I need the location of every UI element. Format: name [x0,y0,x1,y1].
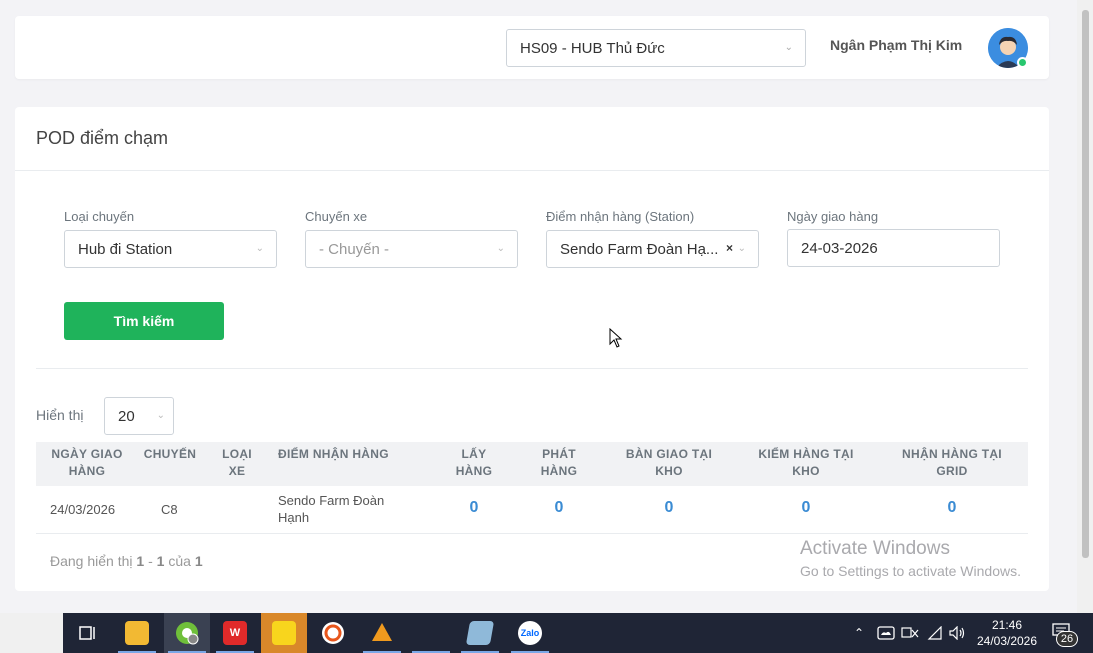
col-header-trip[interactable]: CHUYẾN [138,446,202,463]
page-scrollbar[interactable] [1077,0,1093,613]
col-header-deliver[interactable]: PHÁT HÀNG [529,446,589,480]
station-select[interactable]: Sendo Farm Đoàn Hạ... × ⌄ [546,230,759,268]
station-label: Điểm nhận hàng (Station) [546,209,695,224]
table-header: NGÀY GIAO HÀNG CHUYẾN LOẠI XE ĐIỂM NHẬN … [36,442,1028,486]
cell-check-count[interactable]: 0 [786,499,826,517]
hub-select-value: HS09 - HUB Thủ Đức [520,40,665,57]
card-divider [15,170,1049,171]
notepad-icon [465,621,495,645]
taskbar-sticky-notes[interactable] [261,613,307,653]
user-name[interactable]: Ngân Phạm Thị Kim [830,37,962,53]
chrome-profile-icon [176,622,199,645]
taskbar-wps[interactable]: W [212,613,258,653]
search-button[interactable]: Tìm kiếm [64,302,224,340]
chevron-down-icon: ⌄ [737,243,746,254]
cell-handover-count[interactable]: 0 [649,499,689,517]
scrollbar-thumb[interactable] [1082,10,1089,558]
notification-count-badge: 26 [1056,631,1078,647]
mouse-cursor-icon [609,328,623,348]
chevron-down-icon: ⌄ [784,42,793,53]
table-row: 24/03/2026 C8 Sendo Farm Đoàn Hạnh 0 0 0… [36,486,1028,534]
col-header-date[interactable]: NGÀY GIAO HÀNG [44,446,130,480]
pagination-info: Đang hiển thị 1 - 1 của 1 [50,553,203,569]
trip-type-label: Loại chuyến [64,209,135,224]
volume-icon[interactable] [949,613,967,653]
cell-pickup-count[interactable]: 0 [454,499,494,517]
col-header-point[interactable]: ĐIỂM NHẬN HÀNG [278,446,408,463]
trip-type-select[interactable]: Hub đi Station ⌄ [64,230,277,268]
taskbar-app-blank[interactable] [408,613,454,653]
taskbar-notepad[interactable] [457,613,503,653]
taskbar-file-explorer[interactable] [114,613,160,653]
tray-chevron-up-icon[interactable]: ⌃ [854,613,864,653]
station-value: Sendo Farm Đoàn Hạ... [560,241,719,258]
wifi-icon[interactable] [927,613,943,653]
cell-deliver-count[interactable]: 0 [539,499,579,517]
task-view-icon [79,626,95,640]
page-size-label: Hiển thị [36,407,84,423]
col-header-handover[interactable]: BÀN GIAO TẠI KHO [614,446,724,480]
taskbar-chrome[interactable] [164,613,210,653]
wps-icon: W [223,621,247,645]
zalo-icon: Zalo [518,621,542,645]
onedrive-icon[interactable] [877,613,895,653]
chevron-down-icon: ⌄ [156,410,165,421]
taskbar-search[interactable] [0,613,63,653]
date-label: Ngày giao hàng [787,209,879,224]
date-value: 24-03-2026 [801,240,878,257]
cell-date: 24/03/2026 [50,502,116,517]
online-status-dot [1017,57,1028,68]
clear-icon[interactable]: × [726,241,733,255]
task-view-button[interactable] [64,613,110,653]
app-o-icon [322,622,344,644]
taskbar-zalo[interactable]: Zalo [507,613,553,653]
windows-taskbar: W Zalo ⌃ 21:46 24/03/2026 26 [0,613,1093,653]
taskbar-app-o[interactable] [310,613,356,653]
top-header: HS09 - HUB Thủ Đức ⌄ Ngân Phạm Thị Kim [15,16,1049,79]
app-orange-icon [372,623,392,641]
date-input[interactable]: 24-03-2026 [787,229,1000,267]
chevron-down-icon: ⌄ [496,243,505,254]
cell-receive-count[interactable]: 0 [932,499,972,517]
col-header-receive[interactable]: NHẬN HÀNG TẠI GRID [892,446,1012,480]
hub-select[interactable]: HS09 - HUB Thủ Đức ⌄ [506,29,806,67]
col-header-pickup[interactable]: LẤY HÀNG [444,446,504,480]
trip-type-value: Hub đi Station [78,241,173,258]
col-header-check[interactable]: KIỂM HÀNG TẠI KHO [746,446,866,480]
taskbar-app-orange[interactable] [359,613,405,653]
page-size-select[interactable]: 20 ⌄ [104,397,174,435]
section-divider [36,368,1028,369]
trip-select[interactable]: - Chuyến - ⌄ [305,230,518,268]
col-header-vehicle[interactable]: LOẠI XE [214,446,260,480]
page-size-value: 20 [118,408,135,425]
chevron-down-icon: ⌄ [255,243,264,254]
cell-point: Sendo Farm Đoàn Hạnh [278,493,385,525]
cell-trip: C8 [161,502,178,517]
taskbar-clock[interactable]: 21:46 24/03/2026 [974,617,1040,649]
file-explorer-icon [125,621,149,645]
page-title: POD điểm chạm [36,128,169,148]
sticky-notes-icon [272,621,296,645]
trip-placeholder: - Chuyến - [319,241,390,258]
trip-label: Chuyến xe [305,209,368,224]
pod-card: POD điểm chạm Loại chuyến Hub đi Station… [15,107,1049,591]
activate-windows-watermark: Activate Windows Go to Settings to activ… [800,538,1021,579]
input-method-icon[interactable] [901,613,919,653]
